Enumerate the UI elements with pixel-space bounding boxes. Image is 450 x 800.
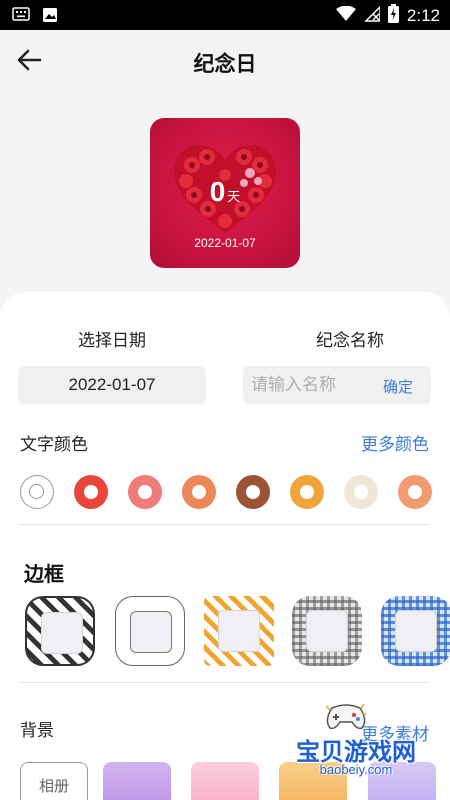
name-field-container: 确定: [243, 366, 431, 404]
swatch-ring: [408, 485, 422, 499]
swatch-ring: [354, 485, 368, 499]
frame-diagonal-stripe-orange[interactable]: [204, 596, 274, 666]
image-icon: [42, 7, 58, 28]
color-swatch-brown[interactable]: [236, 475, 270, 509]
color-swatch-cream[interactable]: [344, 475, 378, 509]
day-count-number: 0: [209, 176, 226, 207]
text-color-label: 文字颜色: [20, 435, 88, 454]
frame-diagonal-stripe-black[interactable]: [25, 596, 95, 666]
frame-plaid-gray[interactable]: [292, 596, 362, 666]
day-count: 0天: [150, 176, 300, 208]
battery-icon: [387, 4, 399, 28]
confirm-button[interactable]: 确定: [383, 376, 413, 397]
color-swatch-amber[interactable]: [290, 475, 324, 509]
divider: [18, 524, 430, 525]
name-label: 纪念名称: [316, 331, 384, 350]
frame-inner: [395, 610, 437, 652]
app-bar: 纪念日: [0, 30, 450, 92]
swatch-ring: [246, 485, 260, 499]
divider: [18, 682, 430, 683]
frame-plain-outline[interactable]: [115, 596, 185, 666]
gamepad-icon: [325, 703, 366, 730]
watermark-url: baobeiy.com: [319, 762, 393, 777]
background-thumb[interactable]: [191, 762, 259, 800]
preview-date: 2022-01-07: [194, 236, 256, 250]
swatch-ring: [138, 485, 152, 499]
color-swatch-white[interactable]: [20, 475, 54, 509]
date-picker-field[interactable]: 2022-01-07: [18, 366, 206, 404]
more-colors-link[interactable]: 更多颜色: [361, 430, 429, 455]
date-label: 选择日期: [78, 331, 146, 350]
site-watermark: 宝贝游戏网 baobeiy.com: [286, 702, 426, 782]
frame-inner: [130, 611, 172, 653]
name-input[interactable]: [251, 366, 371, 404]
frame-gingham-blue[interactable]: [381, 596, 450, 666]
signal-icon: [364, 4, 381, 27]
border-section-title: 边框: [24, 564, 64, 586]
frame-inner: [306, 610, 348, 652]
swatch-ring: [29, 484, 44, 499]
keyboard-icon: [12, 7, 30, 28]
color-swatch-peach[interactable]: [398, 475, 432, 509]
color-swatch-orange[interactable]: [182, 475, 216, 509]
album-button[interactable]: 相册: [20, 762, 88, 800]
swatch-ring: [84, 485, 98, 499]
background-thumb[interactable]: [103, 762, 171, 800]
page-title: 纪念日: [193, 53, 257, 76]
frame-inner: [41, 612, 83, 654]
background-label: 背景: [20, 721, 54, 740]
day-count-unit: 天: [227, 189, 241, 204]
swatch-ring: [192, 485, 206, 499]
swatch-ring: [300, 485, 314, 499]
status-bar: 2:12: [0, 0, 450, 30]
wifi-icon: [335, 5, 356, 27]
color-swatch-red[interactable]: [74, 475, 108, 509]
clock: 2:12: [406, 6, 440, 25]
anniversary-preview-card[interactable]: 0天 2022-01-07: [150, 118, 300, 268]
color-swatch-pink[interactable]: [128, 475, 162, 509]
frame-inner: [218, 610, 260, 652]
